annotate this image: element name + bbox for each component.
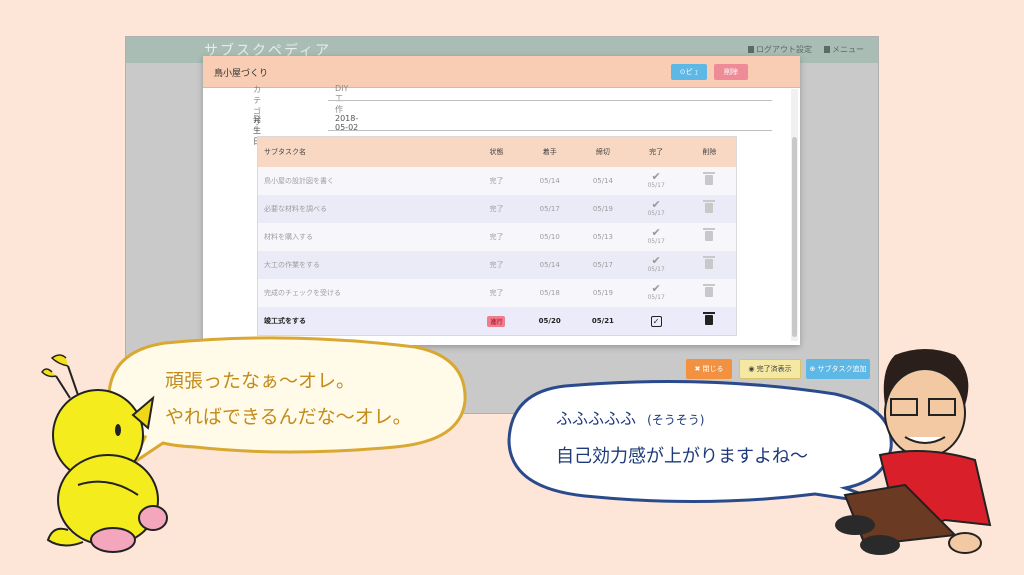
done-cell[interactable]: ✔ 05/17 [629, 251, 683, 279]
close-button[interactable]: ✖ 閉じる [686, 359, 732, 379]
date-underline [328, 130, 772, 131]
col-header-name: サブタスク名 [257, 136, 470, 167]
trash-icon[interactable] [703, 256, 716, 269]
header-menu-item-menu[interactable]: メニュー [824, 44, 864, 55]
bird-speech-line1: 頑張ったなぁ～オレ。 [165, 370, 356, 392]
status-badge: 進行 [487, 315, 506, 327]
man-speech-line1: ふふふふふ (そうそう) [556, 409, 705, 428]
col-header-done: 完了 [629, 136, 683, 167]
col-header-due: 締切 [576, 136, 630, 167]
modal-header: 鳥小屋づくり ⊙ピ ｪ 削除 [203, 56, 800, 88]
subtask-table: サブタスク名 状態 着手 締切 完了 削除 鳥小屋の設計図を書く 完了 05/1… [257, 136, 737, 336]
trash-icon[interactable] [703, 228, 716, 241]
subtask-modal: 鳥小屋づくり ⊙ピ ｪ 削除 カテゴリ DIY工作 発生日 2018-05-02… [203, 56, 800, 345]
done-cell[interactable]: ✔ 05/17 [629, 195, 683, 223]
edit-button[interactable]: ⊙ピ ｪ [671, 64, 707, 80]
trash-icon[interactable] [703, 284, 716, 297]
done-cell[interactable]: ✔ 05/17 [629, 279, 683, 307]
table-header-row: サブタスク名 状態 着手 締切 完了 削除 [257, 136, 737, 167]
done-cell[interactable]: ✔ 05/17 [629, 167, 683, 195]
trash-icon[interactable] [703, 200, 716, 213]
menu-icon [824, 46, 830, 53]
check-icon: ✔ [651, 254, 661, 267]
man-character [835, 349, 992, 555]
delete-button[interactable]: 削除 [714, 64, 748, 80]
show-completed-button[interactable]: ◉ 完了済表示 [739, 359, 801, 379]
user-icon [748, 46, 754, 53]
modal-scrollbar[interactable] [791, 89, 798, 341]
check-icon: ✔ [651, 226, 661, 239]
man-speech-line2: 自己効力感が上がりますよね～ [556, 446, 808, 467]
trash-icon[interactable] [703, 172, 716, 185]
table-row[interactable]: 完成のチェックを受ける 完了 05/18 05/19 ✔ 05/17 [257, 279, 737, 307]
header-menu-item-account[interactable]: ログアウト設定 [748, 44, 812, 55]
scrollbar-thumb[interactable] [792, 137, 797, 337]
table-row-active[interactable]: 竣工式をする 進行 05/20 05/21 ✓ [257, 307, 737, 336]
category-underline [328, 100, 772, 101]
table-row[interactable]: 大工の作業をする 完了 05/14 05/17 ✔ 05/17 [257, 251, 737, 279]
table-row[interactable]: 鳥小屋の設計図を書く 完了 05/14 05/14 ✔ 05/17 [257, 167, 737, 195]
col-header-status: 状態 [469, 136, 524, 167]
trash-icon[interactable] [703, 312, 716, 325]
chick-character [41, 354, 168, 553]
table-row[interactable]: 材料を購入する 完了 05/10 05/13 ✔ 05/17 [257, 223, 737, 251]
bird-speech-line2: やればできるんだな～オレ。 [165, 406, 412, 428]
modal-title: 鳥小屋づくり [214, 69, 269, 79]
col-header-start: 着手 [523, 136, 577, 167]
done-cell[interactable]: ✔ 05/17 [629, 223, 683, 251]
table-row[interactable]: 必要な材料を調べる 完了 05/17 05/19 ✔ 05/17 [257, 195, 737, 223]
col-header-delete: 削除 [682, 136, 737, 167]
complete-checkbox[interactable]: ✓ [650, 315, 662, 327]
header-menu: ログアウト設定 メニュー [748, 44, 864, 55]
check-icon: ✔ [651, 282, 661, 295]
check-icon: ✔ [651, 198, 661, 211]
check-icon: ✔ [651, 170, 661, 183]
